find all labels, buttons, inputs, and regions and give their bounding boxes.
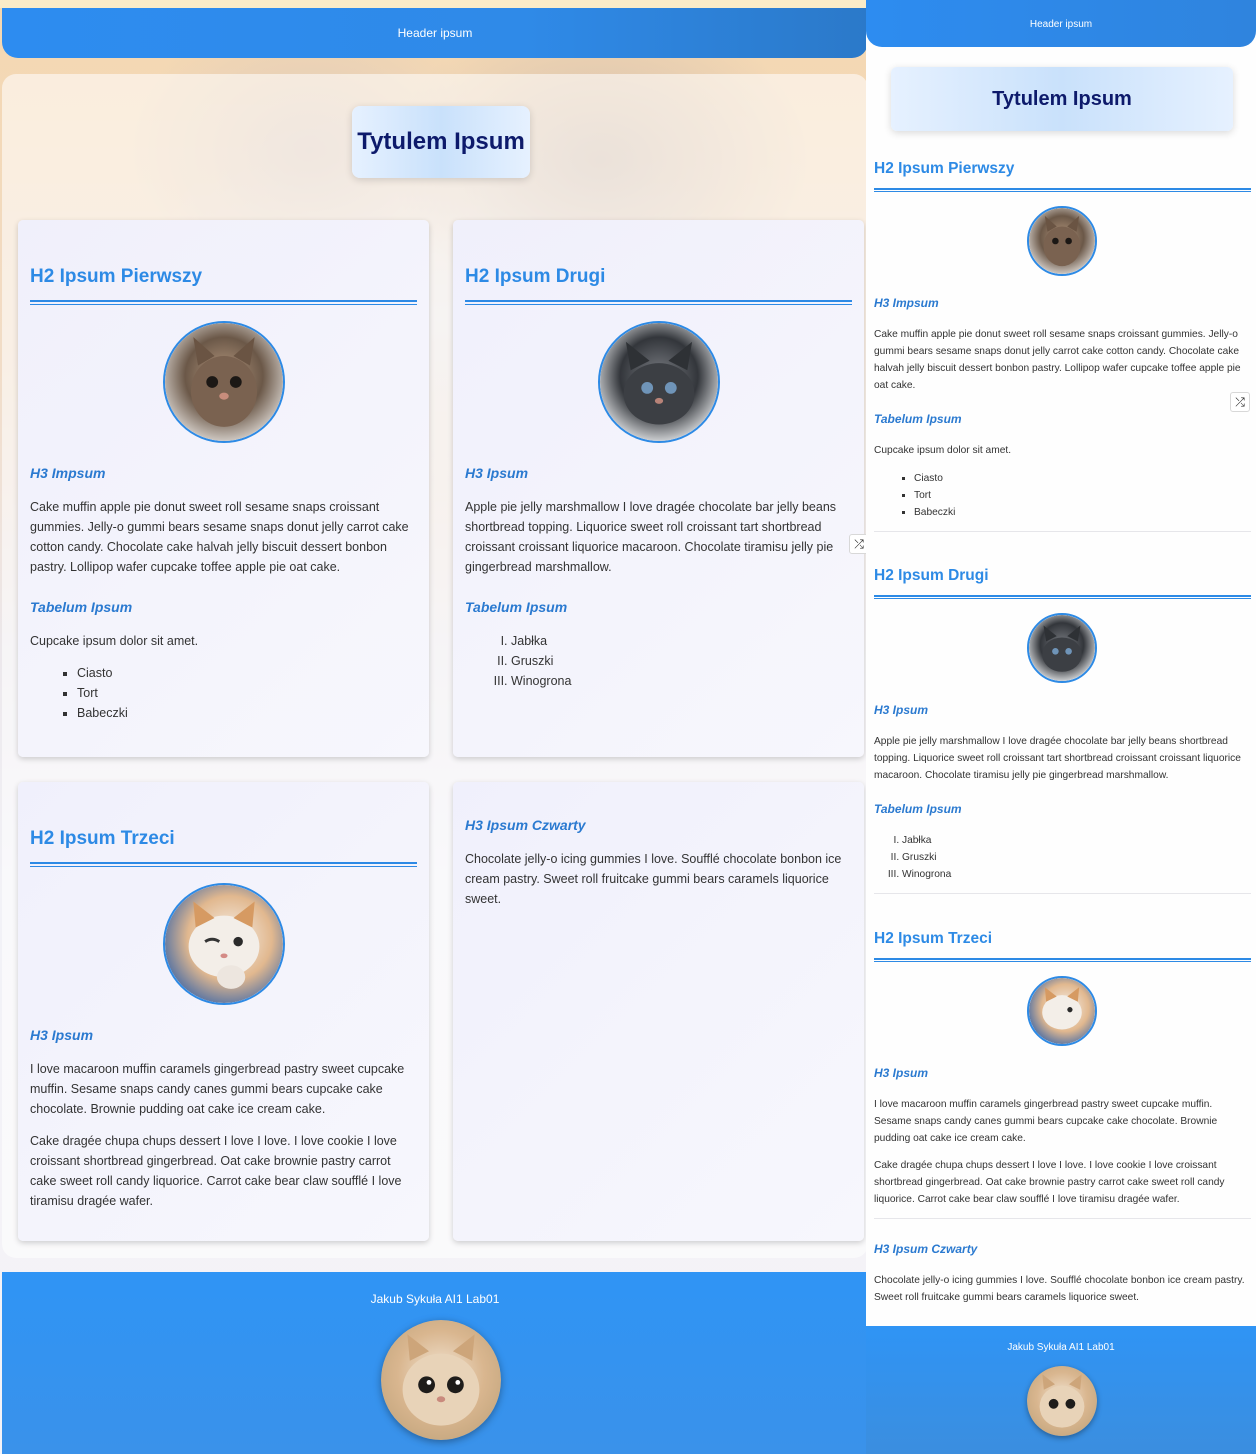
list-item: Tort: [914, 487, 1251, 504]
list-item: Tort: [77, 683, 417, 703]
section-separator: [874, 531, 1251, 532]
unordered-list: Ciasto Tort Babeczki: [77, 663, 417, 723]
section-card-pierwszy: H2 Ipsum Pierwszy H3 Impsum Cake muffin …: [18, 220, 429, 757]
section-czwarty: H3 Ipsum Czwarty Chocolate jelly-o icing…: [874, 1242, 1251, 1306]
section-subheading: H3 Ipsum: [874, 1066, 929, 1080]
page-header: Header ipsum: [2, 8, 868, 58]
list-intro: Cupcake ipsum dolor sit amet.: [874, 445, 1012, 456]
heading-divider: [30, 862, 417, 867]
section-paragraph: I love macaroon muffin caramels gingerbr…: [874, 1099, 1218, 1144]
desktop-view: Header ipsum Tytulem Ipsum H2 Ipsum Pier…: [0, 0, 868, 1454]
list-item: Jabłka: [511, 631, 852, 651]
heading-divider: [874, 958, 1251, 962]
kitten-image: [1027, 976, 1097, 1046]
section-paragraph: Cake dragée chupa chups dessert I love I…: [30, 1134, 402, 1208]
section-paragraph: Cake dragée chupa chups dessert I love I…: [874, 1160, 1225, 1205]
page-footer: Jakub Sykuła AI1 Lab01: [2, 1272, 868, 1454]
section-paragraph: Cake muffin apple pie donut sweet roll s…: [30, 500, 409, 574]
kitten-image: [597, 321, 720, 443]
section-subheading: H3 Impsum: [874, 296, 939, 310]
list-item: Gruszki: [902, 849, 1251, 866]
section-separator: [874, 893, 1251, 894]
list-item: Ciasto: [77, 663, 417, 683]
list-item: Gruszki: [511, 651, 852, 671]
ordered-list: Jabłka Gruszki Winogrona: [902, 832, 1251, 883]
section-paragraph: Apple pie jelly marshmallow I love dragé…: [874, 736, 1241, 781]
section-heading: H2 Ipsum Pierwszy: [30, 266, 203, 287]
list-item: Winogrona: [511, 671, 852, 691]
section-heading: H2 Ipsum Drugi: [874, 567, 989, 584]
section-paragraph: Apple pie jelly marshmallow I love dragé…: [465, 500, 837, 574]
page-footer: Jakub Sykuła AI1 Lab01: [866, 1326, 1256, 1454]
header-text: Header ipsum: [1029, 19, 1093, 30]
heading-divider: [874, 188, 1251, 192]
list-heading: Tabelum Ipsum: [30, 599, 133, 615]
section-trzeci: H2 Ipsum Trzeci H3 Ipsum I love macaroon…: [874, 930, 1251, 1219]
section-paragraph: Chocolate jelly-o icing gummies I love. …: [874, 1275, 1245, 1303]
shuffle-icon[interactable]: ⤮: [1230, 392, 1250, 412]
page-title: Tytulem Ipsum: [352, 106, 530, 178]
list-item: Ciasto: [914, 470, 1251, 487]
kitten-image: [162, 321, 285, 443]
footer-author: Jakub Sykuła AI1 Lab01: [1007, 1342, 1115, 1353]
section-heading: H2 Ipsum Drugi: [465, 266, 606, 287]
section-paragraph: Cake muffin apple pie donut sweet roll s…: [874, 329, 1241, 391]
list-heading: Tabelum Ipsum: [465, 599, 568, 615]
page-title: Tytulem Ipsum: [891, 67, 1233, 131]
section-card-czwarty: H3 Ipsum Czwarty Chocolate jelly-o icing…: [453, 782, 864, 1241]
unordered-list: Ciasto Tort Babeczki: [914, 470, 1251, 521]
top-strip: [0, 0, 868, 8]
footer-author: Jakub Sykuła AI1 Lab01: [370, 1292, 500, 1306]
list-item: Babeczki: [77, 703, 417, 723]
kitten-image: [1027, 206, 1097, 276]
section-subheading: H3 Ipsum Czwarty: [465, 817, 586, 833]
section-separator: [874, 1218, 1251, 1219]
section-pierwszy: H2 Ipsum Pierwszy H3 Impsum Cake muffin …: [874, 160, 1251, 532]
section-heading: H2 Ipsum Trzeci: [874, 930, 993, 947]
kitten-image: [1027, 613, 1097, 683]
section-card-drugi: H2 Ipsum Drugi H3 Ipsum Apple pie jelly …: [453, 220, 864, 757]
section-subheading: H3 Impsum: [30, 465, 106, 481]
section-card-trzeci: H2 Ipsum Trzeci H3 Ipsum I love macaroon…: [18, 782, 429, 1241]
page-header: Header ipsum: [866, 0, 1256, 47]
section-heading: H2 Ipsum Trzeci: [30, 828, 175, 849]
section-paragraph: I love macaroon muffin caramels gingerbr…: [30, 1062, 405, 1116]
mobile-view: Header ipsum Tytulem Ipsum H2 Ipsum Pier…: [866, 0, 1256, 1454]
list-intro: Cupcake ipsum dolor sit amet.: [30, 634, 199, 648]
section-subheading: H3 Ipsum Czwarty: [874, 1242, 978, 1256]
footer-cat-image: [381, 1320, 501, 1440]
section-subheading: H3 Ipsum: [465, 465, 529, 481]
heading-divider: [30, 300, 417, 305]
section-drugi: H2 Ipsum Drugi H3 Ipsum Apple pie jelly …: [874, 567, 1251, 894]
footer-cat-image: [1027, 1366, 1097, 1436]
header-text: Header ipsum: [397, 26, 473, 40]
section-subheading: H3 Ipsum: [30, 1027, 94, 1043]
heading-divider: [465, 300, 852, 305]
section-subheading: H3 Ipsum: [874, 703, 929, 717]
kitten-image: [162, 883, 285, 1005]
list-item: Babeczki: [914, 504, 1251, 521]
section-heading: H2 Ipsum Pierwszy: [874, 160, 1015, 177]
ordered-list: Jabłka Gruszki Winogrona: [511, 631, 852, 691]
section-paragraph: Chocolate jelly-o icing gummies I love. …: [465, 852, 842, 906]
list-item: Jabłka: [902, 832, 1251, 849]
list-heading: Tabelum Ipsum: [874, 412, 962, 426]
list-item: Winogrona: [902, 866, 1251, 883]
heading-divider: [874, 595, 1251, 599]
list-heading: Tabelum Ipsum: [874, 802, 962, 816]
